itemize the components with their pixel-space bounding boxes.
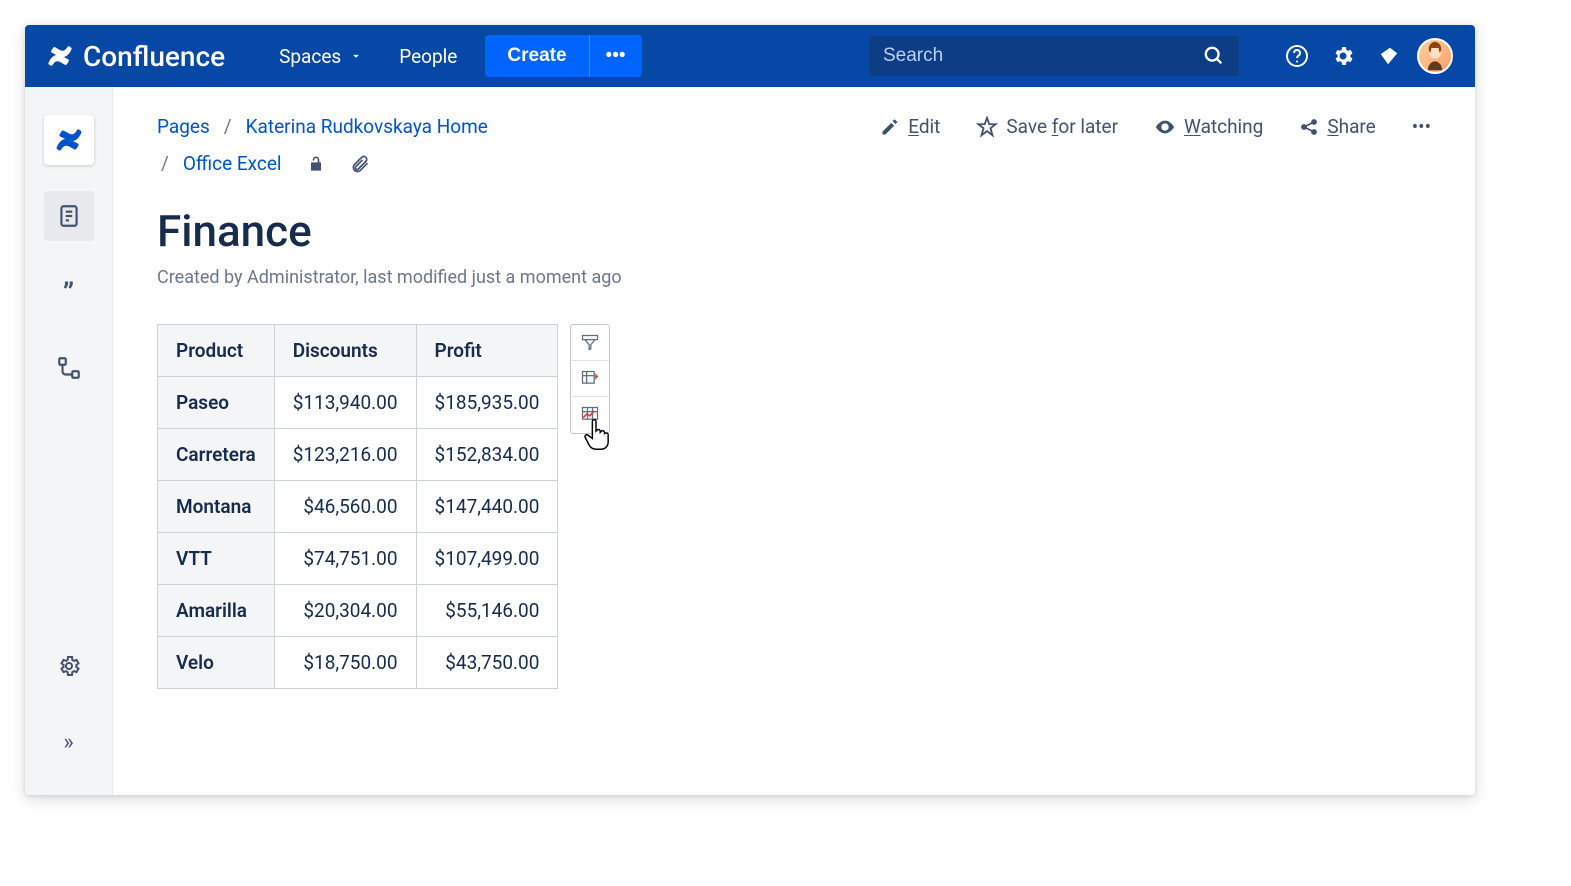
ellipsis-icon: ••• xyxy=(1412,115,1431,138)
nav-people[interactable]: People xyxy=(383,37,473,76)
app-name: Confluence xyxy=(83,40,225,73)
breadcrumb-home[interactable]: Katerina Rudkovskaya Home xyxy=(246,115,488,138)
cell-product: Carretera xyxy=(158,429,275,481)
create-more-button[interactable]: ••• xyxy=(589,35,642,77)
quote-icon: ” xyxy=(63,276,74,309)
cell-discounts: $46,560.00 xyxy=(274,481,416,533)
ellipsis-icon: ••• xyxy=(606,45,626,67)
body-area: ” » || Pages / Katerina Rud xyxy=(25,87,1475,795)
sidebar: ” » xyxy=(25,87,113,795)
page-content: Pages / Katerina Rudkovskaya Home / Offi… xyxy=(113,87,1475,795)
gear-icon xyxy=(1331,44,1355,68)
chevron-down-icon xyxy=(349,49,363,63)
cell-product: Velo xyxy=(158,637,275,689)
col-profit[interactable]: Profit xyxy=(416,325,558,377)
watching-action[interactable]: Watching xyxy=(1154,115,1263,138)
eye-icon xyxy=(1154,116,1176,138)
search-icon xyxy=(1203,45,1225,67)
table-row[interactable]: VTT$74,751.00$107,499.00 xyxy=(158,533,558,585)
cell-profit: $185,935.00 xyxy=(416,377,558,429)
cell-discounts: $18,750.00 xyxy=(274,637,416,689)
pencil-icon xyxy=(880,117,900,137)
cell-discounts: $123,216.00 xyxy=(274,429,416,481)
search-box[interactable] xyxy=(869,36,1239,76)
page-title: Finance xyxy=(157,205,1431,257)
pointer-cursor-icon xyxy=(581,419,611,453)
table-filter-tool[interactable] xyxy=(571,325,609,361)
table-row[interactable]: Carretera$123,216.00$152,834.00 xyxy=(158,429,558,481)
cell-discounts: $74,751.00 xyxy=(274,533,416,585)
filter-icon xyxy=(580,333,600,353)
share-action[interactable]: Share xyxy=(1299,115,1375,138)
notifications-button[interactable] xyxy=(1371,38,1407,74)
restrictions-icon[interactable] xyxy=(306,154,326,174)
table-header-row: Product Discounts Profit xyxy=(158,325,558,377)
gear-icon xyxy=(57,654,81,678)
sidebar-pages[interactable] xyxy=(44,191,94,241)
share-icon xyxy=(1299,117,1319,137)
help-button[interactable] xyxy=(1279,38,1315,74)
col-product[interactable]: Product xyxy=(158,325,275,377)
notification-icon xyxy=(1378,45,1400,67)
save-for-later-action[interactable]: Save for later xyxy=(976,115,1118,138)
cell-product: Amarilla xyxy=(158,585,275,637)
pivot-icon xyxy=(580,369,600,389)
cell-product: Montana xyxy=(158,481,275,533)
breadcrumb-pages[interactable]: Pages xyxy=(157,115,210,138)
cell-profit: $43,750.00 xyxy=(416,637,558,689)
cell-profit: $55,146.00 xyxy=(416,585,558,637)
top-nav: Confluence Spaces People Create ••• xyxy=(25,25,1475,87)
nav-menu: Spaces People Create ••• xyxy=(263,35,641,77)
sidebar-settings[interactable] xyxy=(44,641,94,691)
sidebar-blog[interactable]: ” xyxy=(44,267,94,317)
table-tools xyxy=(570,324,610,434)
settings-button[interactable] xyxy=(1325,38,1361,74)
more-actions[interactable]: ••• xyxy=(1412,115,1431,138)
col-discounts[interactable]: Discounts xyxy=(274,325,416,377)
create-button[interactable]: Create xyxy=(485,35,588,77)
breadcrumb-line2: / Office Excel xyxy=(157,152,1431,175)
app-window: Confluence Spaces People Create ••• xyxy=(25,25,1475,795)
table-row[interactable]: Velo$18,750.00$43,750.00 xyxy=(158,637,558,689)
cell-discounts: $20,304.00 xyxy=(274,585,416,637)
cell-profit: $152,834.00 xyxy=(416,429,558,481)
confluence-icon xyxy=(47,43,73,69)
nav-spaces[interactable]: Spaces xyxy=(263,37,379,76)
table-pivot-tool[interactable] xyxy=(571,361,609,397)
cell-profit: $107,499.00 xyxy=(416,533,558,585)
chevron-right-double-icon: » xyxy=(63,730,73,755)
page-actions: Edit Save for later Watching xyxy=(880,115,1431,138)
attachments-icon[interactable] xyxy=(350,154,370,174)
cell-product: Paseo xyxy=(158,377,275,429)
cell-profit: $147,440.00 xyxy=(416,481,558,533)
cell-product: VTT xyxy=(158,533,275,585)
table-row[interactable]: Paseo$113,940.00$185,935.00 xyxy=(158,377,558,429)
finance-table: Product Discounts Profit Paseo$113,940.0… xyxy=(157,324,558,689)
user-avatar[interactable] xyxy=(1417,38,1453,74)
sidebar-expand[interactable]: » xyxy=(44,717,94,767)
breadcrumb-current[interactable]: Office Excel xyxy=(183,152,282,175)
cell-discounts: $113,940.00 xyxy=(274,377,416,429)
table-row[interactable]: Amarilla$20,304.00$55,146.00 xyxy=(158,585,558,637)
edit-action[interactable]: Edit xyxy=(880,115,940,138)
table-wrap: Product Discounts Profit Paseo$113,940.0… xyxy=(157,324,1431,689)
page-icon xyxy=(56,203,82,229)
tree-icon xyxy=(56,355,82,381)
table-row[interactable]: Montana$46,560.00$147,440.00 xyxy=(158,481,558,533)
star-icon xyxy=(976,116,998,138)
help-icon xyxy=(1285,44,1309,68)
space-logo[interactable] xyxy=(44,115,94,165)
sidebar-tree[interactable] xyxy=(44,343,94,393)
app-logo[interactable]: Confluence xyxy=(47,40,225,73)
page-meta: Created by Administrator, last modified … xyxy=(157,267,1431,288)
table-chart-tool[interactable] xyxy=(571,397,609,433)
search-input[interactable] xyxy=(883,45,1193,67)
